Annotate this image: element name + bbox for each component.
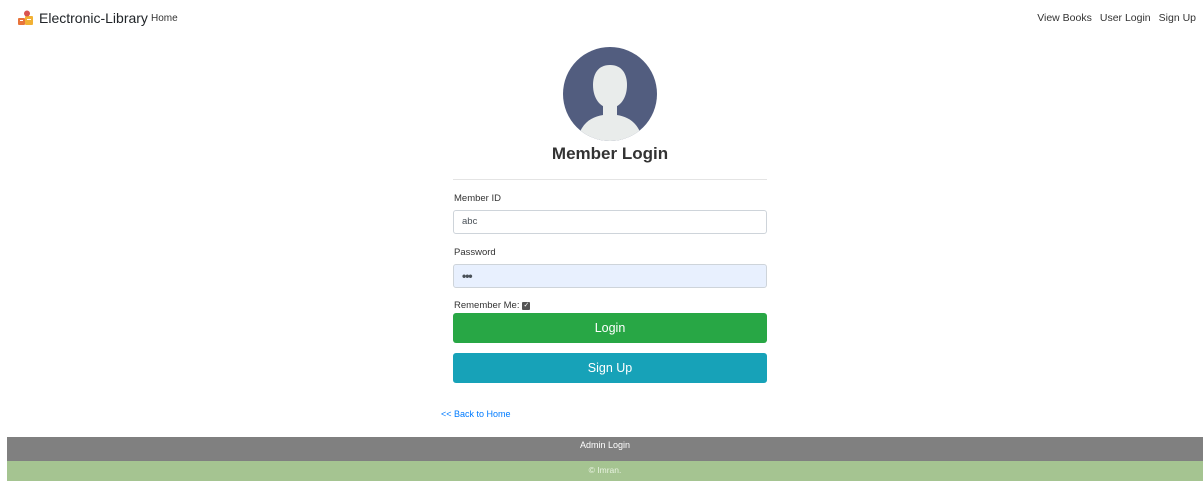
nav-sign-up-link[interactable]: Sign Up [1159, 12, 1196, 24]
footer-admin-bar: Admin Login [7, 437, 1203, 461]
back-to-home-link[interactable]: << Back to Home [441, 409, 511, 419]
password-input[interactable]: ••• [453, 264, 767, 288]
nav-home-link[interactable]: Home [151, 13, 178, 24]
brand-link[interactable]: Electronic-Library [17, 9, 148, 27]
member-id-input[interactable]: abc [453, 210, 767, 234]
admin-login-link[interactable]: Admin Login [580, 440, 630, 450]
member-id-label: Member ID [454, 193, 501, 204]
sign-up-button[interactable]: Sign Up [453, 353, 767, 383]
remember-me: Remember Me: ✓ [454, 300, 531, 311]
page-title: Member Login [551, 144, 669, 163]
password-label: Password [454, 247, 496, 258]
navbar: Electronic-Library Home View Books User … [0, 0, 1203, 38]
remember-me-label: Remember Me: [454, 300, 520, 311]
nav-view-books-link[interactable]: View Books [1037, 12, 1092, 24]
user-avatar-icon [563, 47, 657, 141]
title-divider [453, 179, 767, 180]
nav-right-links: View Books User Login Sign Up [1029, 12, 1196, 24]
login-button[interactable]: Login [453, 313, 767, 343]
footer-copyright: © Imran. [7, 461, 1203, 481]
remember-me-checkbox[interactable]: ✓ [522, 301, 531, 310]
library-logo-icon [18, 10, 33, 25]
nav-user-login-link[interactable]: User Login [1100, 12, 1151, 24]
brand-name: Electronic-Library [39, 10, 148, 26]
